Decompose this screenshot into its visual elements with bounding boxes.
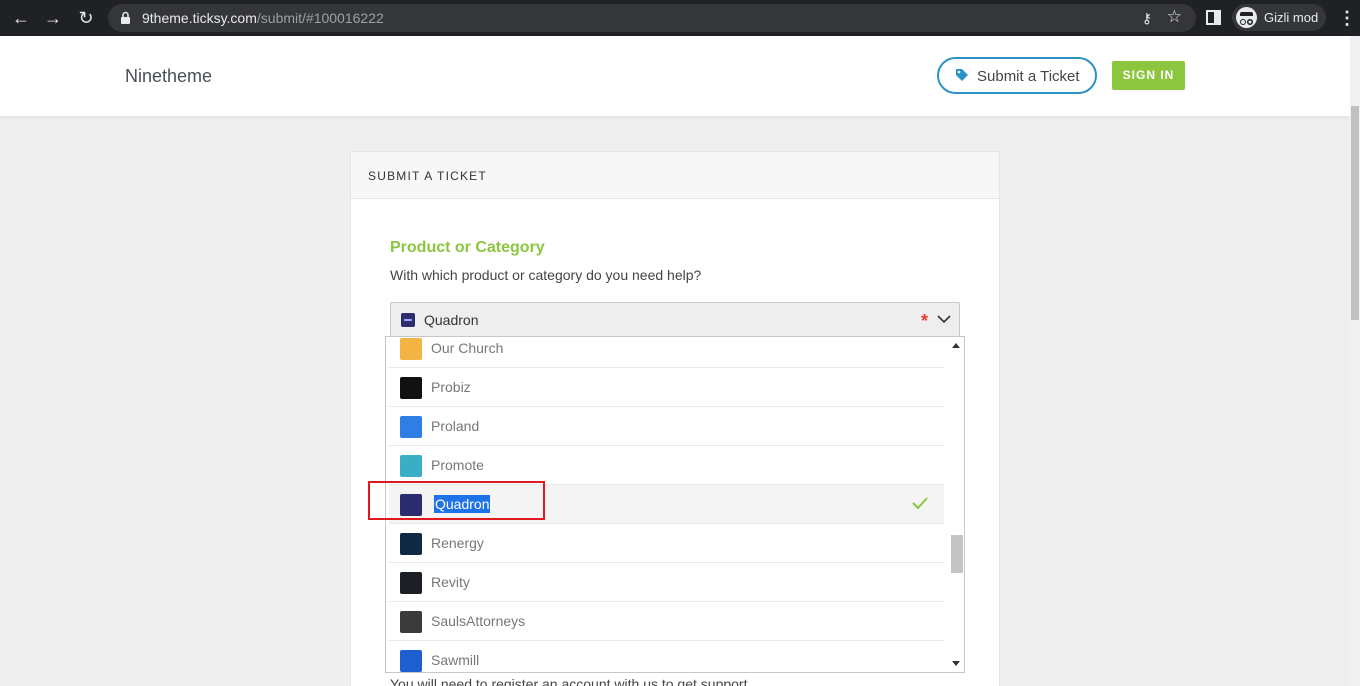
browser-toolbar: ← → ↻ 9theme.ticksy.com/submit/#10001622… [0, 0, 1360, 36]
bookmark-star-icon[interactable]: ☆ [1167, 7, 1182, 27]
quadron-logo-icon [401, 313, 415, 327]
dropdown-option[interactable]: Promote [389, 446, 944, 485]
forward-icon[interactable]: → [42, 7, 64, 29]
required-mark: * [921, 311, 929, 331]
page-scrollbar[interactable] [1350, 36, 1360, 686]
sauls-attorneys-logo-icon [400, 611, 422, 633]
site-header: Ninetheme Submit a Ticket SIGN IN [0, 36, 1350, 116]
register-notice: You will need to register an account wit… [390, 676, 752, 686]
dropdown-option[interactable]: SaulsAttorneys [389, 602, 944, 641]
checkmark-icon [912, 497, 928, 510]
dropdown-option-label: Sawmill [431, 652, 480, 668]
incognito-profile-button[interactable]: Gizli mod [1232, 4, 1326, 31]
dropdown-option-label: Proland [431, 418, 480, 434]
proland-logo-icon [400, 416, 422, 438]
dropdown-option[interactable]: Proland [389, 407, 944, 446]
dropdown-scrollbar-thumb[interactable] [951, 535, 963, 573]
scroll-up-arrow-icon[interactable] [952, 343, 960, 348]
lock-icon [121, 11, 130, 24]
dropdown-option[interactable]: Sawmill [389, 641, 944, 672]
probiz-logo-icon [400, 377, 422, 399]
submit-ticket-label: Submit a Ticket [977, 68, 1080, 85]
dropdown-scrollbar[interactable] [949, 337, 964, 672]
field-heading: Product or Category [390, 239, 545, 256]
dropdown-option-label: SaulsAttorneys [431, 613, 526, 629]
tag-icon [956, 69, 968, 81]
card-title: SUBMIT A TICKET [368, 169, 487, 183]
incognito-label: Gizli mod [1264, 10, 1319, 25]
dropdown-option[interactable]: Revity [389, 563, 944, 602]
chevron-down-icon[interactable] [937, 312, 951, 326]
dropdown-option[interactable]: Probiz [389, 368, 944, 407]
our-church-logo-icon [400, 338, 422, 360]
sign-in-button[interactable]: SIGN IN [1112, 61, 1185, 90]
renergy-logo-icon [400, 533, 422, 555]
dropdown-option-label: Promote [431, 457, 484, 473]
sawmill-logo-icon [400, 650, 422, 672]
card-header: SUBMIT A TICKET [351, 152, 999, 199]
annotation-highlight-box [368, 481, 545, 520]
url-text: 9theme.ticksy.com/submit/#100016222 [142, 10, 384, 26]
key-icon[interactable]: ⚷ [1142, 10, 1152, 27]
incognito-icon [1236, 7, 1257, 28]
dropdown-option-label: Revity [431, 574, 470, 590]
dropdown-option-label: Probiz [431, 379, 471, 395]
dropdown-option[interactable]: Renergy [389, 524, 944, 563]
product-select[interactable]: Quadron * [390, 302, 960, 337]
back-icon[interactable]: ← [10, 7, 32, 29]
dropdown-option-label: Renergy [431, 535, 484, 551]
reload-icon[interactable]: ↻ [75, 7, 97, 29]
dropdown-option[interactable]: Our Church [389, 337, 944, 368]
address-bar[interactable]: 9theme.ticksy.com/submit/#100016222 ⚷ ☆ [108, 4, 1196, 32]
revity-logo-icon [400, 572, 422, 594]
promote-logo-icon [400, 455, 422, 477]
field-description: With which product or category do you ne… [390, 267, 702, 283]
dropdown-option-label: Our Church [431, 340, 504, 356]
side-panel-icon[interactable] [1206, 10, 1221, 25]
page-scrollbar-thumb[interactable] [1351, 106, 1359, 320]
site-name[interactable]: Ninetheme [125, 66, 212, 87]
browser-menu-icon[interactable]: ⋮ [1338, 8, 1356, 28]
submit-ticket-button[interactable]: Submit a Ticket [937, 57, 1097, 94]
select-value: Quadron [424, 312, 479, 328]
scroll-down-arrow-icon[interactable] [952, 661, 960, 666]
